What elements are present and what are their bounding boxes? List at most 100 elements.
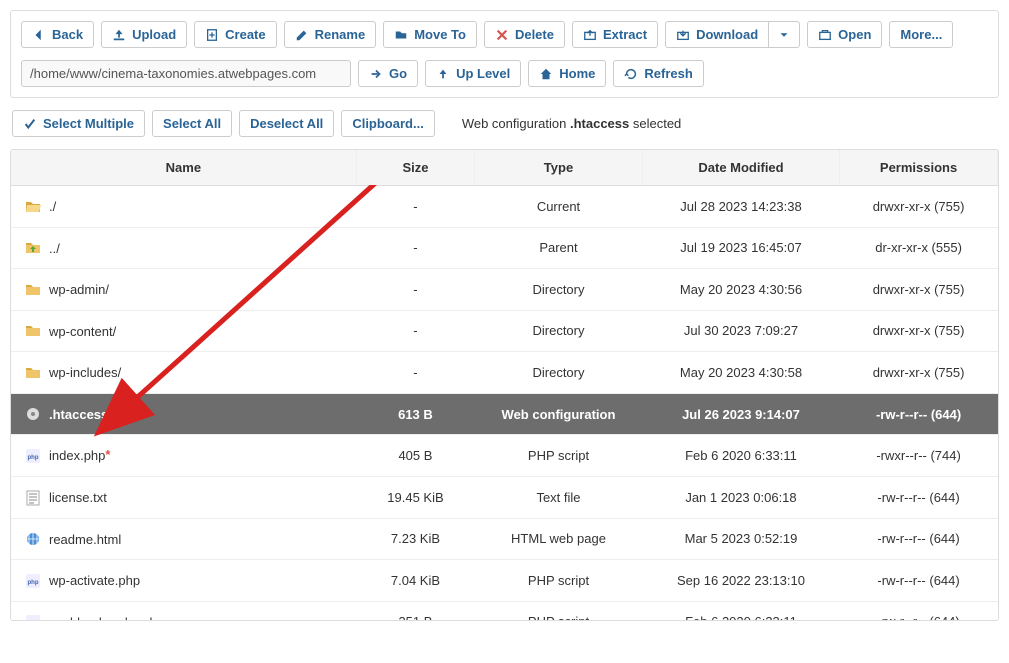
cell-date: Feb 6 2020 6:33:11	[642, 601, 839, 620]
file-name: ./	[49, 199, 56, 214]
open-label: Open	[838, 27, 871, 42]
col-name[interactable]: Name	[11, 150, 356, 186]
file-name: wp-content/	[49, 324, 116, 339]
cell-perm: -rwxr--r-- (744)	[840, 435, 998, 477]
cell-type: PHP script	[475, 601, 643, 620]
scroll-area[interactable]: Name Size Type Date Modified Permissions…	[11, 150, 998, 620]
main-panel: Back Upload Create Rename Move To Delete…	[10, 10, 999, 98]
col-date[interactable]: Date Modified	[642, 150, 839, 186]
open-button[interactable]: Open	[807, 21, 882, 48]
move-icon	[394, 28, 408, 42]
deselect-all-button[interactable]: Deselect All	[239, 110, 334, 137]
more-button[interactable]: More...	[889, 21, 953, 48]
status-prefix: Web configuration	[462, 116, 570, 131]
create-label: Create	[225, 27, 265, 42]
path-bar: Go Up Level Home Refresh	[21, 60, 988, 87]
cell-name: wp-includes/	[11, 352, 356, 394]
folder-icon	[25, 365, 41, 381]
table-row[interactable]: wp-includes/-DirectoryMay 20 2023 4:30:5…	[11, 352, 998, 394]
upload-button[interactable]: Upload	[101, 21, 187, 48]
more-label: More...	[900, 27, 942, 42]
cell-date: Sep 16 2022 23:13:10	[642, 560, 839, 602]
table-row[interactable]: phpwp-activate.php7.04 KiBPHP scriptSep …	[11, 560, 998, 602]
extract-button[interactable]: Extract	[572, 21, 658, 48]
folder-icon	[25, 282, 41, 298]
home-icon	[539, 67, 553, 81]
col-type[interactable]: Type	[475, 150, 643, 186]
home-button[interactable]: Home	[528, 60, 606, 87]
delete-label: Delete	[515, 27, 554, 42]
select-multiple-label: Select Multiple	[43, 116, 134, 131]
file-name: index.php	[49, 448, 105, 463]
table-row[interactable]: phpwp-blog-header.php351 BPHP scriptFeb …	[11, 601, 998, 620]
cell-name: phpwp-blog-header.php	[11, 601, 356, 620]
table-row[interactable]: license.txt19.45 KiBText fileJan 1 2023 …	[11, 476, 998, 518]
cell-size: 613 B	[356, 393, 474, 435]
folder-open-icon	[25, 199, 41, 215]
file-name: readme.html	[49, 532, 121, 547]
text-icon	[25, 490, 41, 506]
download-icon	[676, 28, 690, 42]
pencil-icon	[295, 28, 309, 42]
moveto-label: Move To	[414, 27, 466, 42]
refresh-icon	[624, 67, 638, 81]
arrow-up-icon	[436, 67, 450, 81]
cell-type: PHP script	[475, 560, 643, 602]
rename-label: Rename	[315, 27, 366, 42]
path-input[interactable]	[21, 60, 351, 87]
clipboard-label: Clipboard...	[352, 116, 424, 131]
cell-name: wp-admin/	[11, 269, 356, 311]
file-name: wp-admin/	[49, 282, 109, 297]
file-name: .htaccess	[49, 407, 108, 422]
table-row[interactable]: wp-admin/-DirectoryMay 20 2023 4:30:56dr…	[11, 269, 998, 311]
cell-perm: drwxr-xr-x (755)	[840, 310, 998, 352]
cell-date: Jan 1 2023 0:06:18	[642, 476, 839, 518]
refresh-button[interactable]: Refresh	[613, 60, 703, 87]
cell-perm: drwxr-xr-x (755)	[840, 269, 998, 311]
file-name: license.txt	[49, 490, 107, 505]
table-row[interactable]: .htaccess613 BWeb configurationJul 26 20…	[11, 393, 998, 435]
clipboard-button[interactable]: Clipboard...	[341, 110, 435, 137]
delete-button[interactable]: Delete	[484, 21, 565, 48]
table-row[interactable]: wp-content/-DirectoryJul 30 2023 7:09:27…	[11, 310, 998, 352]
select-multiple-button[interactable]: Select Multiple	[12, 110, 145, 137]
col-perm[interactable]: Permissions	[840, 150, 998, 186]
cell-date: May 20 2023 4:30:56	[642, 269, 839, 311]
table-row[interactable]: readme.html7.23 KiBHTML web pageMar 5 20…	[11, 518, 998, 560]
svg-text:php: php	[28, 455, 39, 461]
uplevel-button[interactable]: Up Level	[425, 60, 521, 87]
back-button[interactable]: Back	[21, 21, 94, 48]
cell-size: 7.04 KiB	[356, 560, 474, 602]
cell-type: PHP script	[475, 435, 643, 477]
rename-button[interactable]: Rename	[284, 21, 377, 48]
open-icon	[818, 28, 832, 42]
cell-date: Mar 5 2023 0:52:19	[642, 518, 839, 560]
select-all-button[interactable]: Select All	[152, 110, 232, 137]
cell-perm: -rw-r--r-- (644)	[840, 601, 998, 620]
cell-name: .htaccess	[11, 393, 356, 435]
cell-type: Web configuration	[475, 393, 643, 435]
php-icon: php	[25, 614, 41, 620]
cell-size: 351 B	[356, 601, 474, 620]
table-row[interactable]: ./-CurrentJul 28 2023 14:23:38drwxr-xr-x…	[11, 186, 998, 228]
table-header-row: Name Size Type Date Modified Permissions	[11, 150, 998, 186]
create-button[interactable]: Create	[194, 21, 276, 48]
cell-date: May 20 2023 4:30:58	[642, 352, 839, 394]
cell-date: Jul 30 2023 7:09:27	[642, 310, 839, 352]
go-button[interactable]: Go	[358, 60, 418, 87]
html-icon	[25, 531, 41, 547]
caret-down-icon	[777, 28, 791, 42]
cell-date: Jul 28 2023 14:23:38	[642, 186, 839, 228]
col-size[interactable]: Size	[356, 150, 474, 186]
cell-perm: -rw-r--r-- (644)	[840, 393, 998, 435]
cell-name: license.txt	[11, 476, 356, 518]
download-caret-button[interactable]	[768, 21, 800, 48]
table-row[interactable]: ../-ParentJul 19 2023 16:45:07dr-xr-xr-x…	[11, 227, 998, 269]
download-button[interactable]: Download	[665, 21, 769, 48]
cell-perm: -rw-r--r-- (644)	[840, 476, 998, 518]
main-toolbar: Back Upload Create Rename Move To Delete…	[21, 21, 988, 48]
moveto-button[interactable]: Move To	[383, 21, 477, 48]
cell-date: Jul 19 2023 16:45:07	[642, 227, 839, 269]
svg-text:php: php	[28, 580, 39, 586]
table-row[interactable]: phpindex.php*405 BPHP scriptFeb 6 2020 6…	[11, 435, 998, 477]
